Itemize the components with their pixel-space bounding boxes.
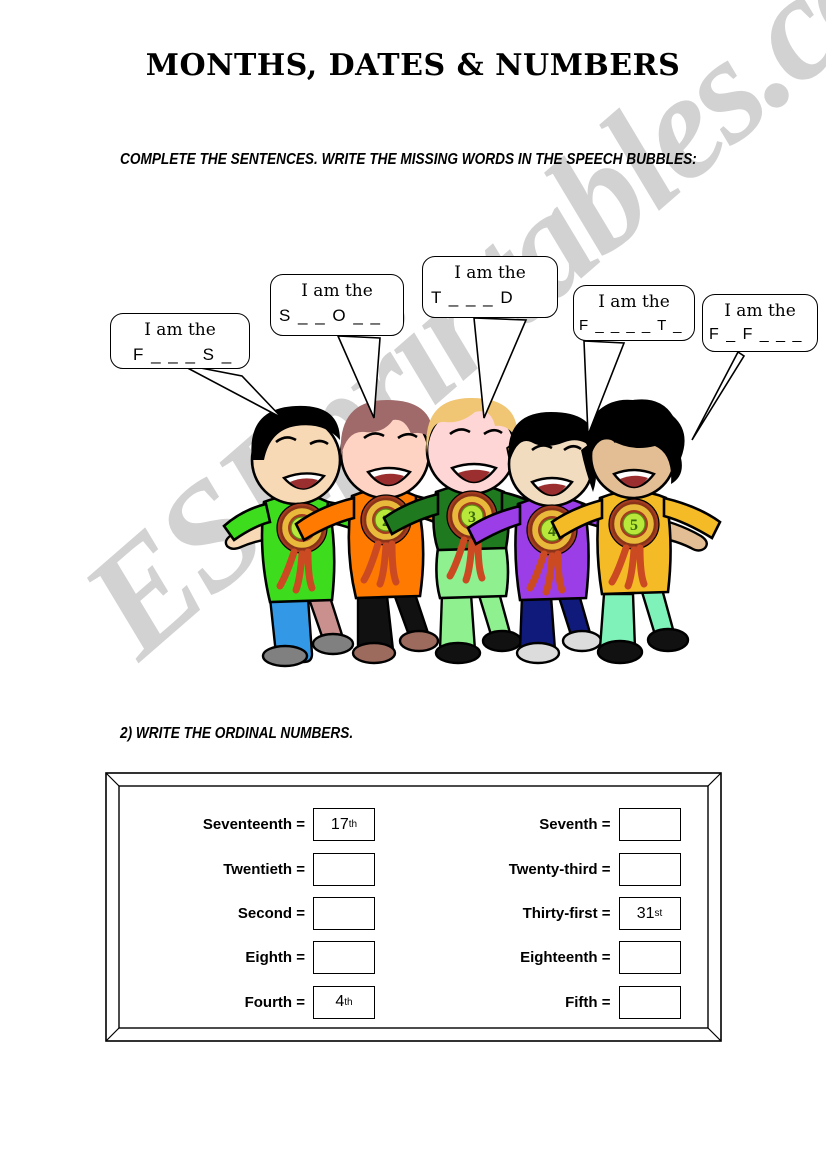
ordinal-answer-box[interactable] xyxy=(618,852,681,886)
ordinal-label: Eighth = xyxy=(245,949,305,967)
speech-bubble-fifth-blank: F _ F _ _ _ xyxy=(709,326,803,343)
speech-bubble-third[interactable]: I am the T _ _ _ D xyxy=(422,256,558,318)
exercise-1-instruction: COMPLETE THE SENTENCES. WRITE THE MISSIN… xyxy=(120,151,697,168)
ordinal-answer-value: 4 xyxy=(335,993,345,1011)
ordinal-label: Second = xyxy=(237,905,305,923)
ordinal-answer-box[interactable]: 31st xyxy=(618,897,681,931)
ordinal-answer-box[interactable]: 4th xyxy=(313,985,375,1019)
speech-bubble-third-line1: I am the xyxy=(454,263,526,283)
ordinal-label: Eighteenth = xyxy=(520,949,611,967)
speech-bubble-first-tail xyxy=(179,363,283,419)
ordinal-row: Second = xyxy=(155,895,403,932)
speech-bubble-fifth-line1: I am the xyxy=(724,301,796,321)
ordinal-row: Fifth = xyxy=(461,984,709,1021)
speech-bubble-fourth-blank: F _ _ _ _ T _ xyxy=(579,317,683,334)
ordinal-label: Twenty-third = xyxy=(508,860,611,878)
speech-bubble-fourth[interactable]: I am the F _ _ _ _ T _ xyxy=(573,285,695,341)
ordinal-answer-value: 31 xyxy=(636,904,655,922)
ordinal-answer-suffix: th xyxy=(348,819,358,831)
ordinal-answer-box[interactable] xyxy=(618,985,681,1019)
ordinal-answer-box[interactable]: 17th xyxy=(313,808,375,842)
ordinal-row: Seventeenth = 17th xyxy=(155,806,403,843)
speech-bubble-third-blank: T _ _ _ D xyxy=(431,288,515,307)
speech-bubble-third-tail xyxy=(473,317,528,419)
speech-bubble-second-blank: S _ _ O _ _ xyxy=(279,306,382,325)
exercise-2-instruction: 2) WRITE THE ORDINAL NUMBERS. xyxy=(120,725,354,742)
ordinal-numbers-frame: Seventeenth = 17th Twentieth = Second = … xyxy=(105,772,722,1042)
ordinal-answer-box[interactable] xyxy=(313,941,375,975)
speech-bubble-fourth-tail xyxy=(583,340,626,436)
ordinal-row: Twentieth = xyxy=(155,850,403,887)
ordinal-row: Fourth = 4th xyxy=(155,984,403,1021)
ordinal-answer-box[interactable] xyxy=(618,808,681,842)
speech-bubble-second-line1: I am the xyxy=(301,281,373,301)
kids-illustration: 1 2 xyxy=(222,398,722,668)
ordinal-answer-box[interactable] xyxy=(618,941,681,975)
ordinal-answer-value: 17 xyxy=(330,815,349,833)
page-title: MONTHS, DATES & NUMBERS xyxy=(145,48,681,83)
speech-bubble-fifth[interactable]: I am the F _ F _ _ _ xyxy=(702,294,818,352)
ordinal-row: Seventh = xyxy=(461,806,709,843)
ordinal-answer-box[interactable] xyxy=(313,897,375,931)
ordinal-label: Seventeenth = xyxy=(202,816,305,834)
speech-bubble-first-line1: I am the xyxy=(144,320,216,340)
ordinal-left-column: Seventeenth = 17th Twentieth = Second = … xyxy=(119,806,403,1028)
kid-5-medal-number: 5 xyxy=(630,517,638,534)
ordinal-answer-box[interactable] xyxy=(313,852,375,886)
ordinal-right-column: Seventh = Twenty-third = Thirty-first = … xyxy=(403,806,709,1028)
ordinal-row: Eighth = xyxy=(155,939,403,976)
speech-bubble-second-tail xyxy=(336,335,381,419)
ordinal-label: Fifth = xyxy=(565,993,611,1011)
ordinal-row: Twenty-third = xyxy=(461,850,709,887)
ordinal-row: Thirty-first = 31st xyxy=(461,895,709,932)
speech-bubble-fourth-line1: I am the xyxy=(598,292,670,312)
ordinal-answer-suffix: st xyxy=(654,908,663,920)
ordinal-label: Seventh = xyxy=(539,816,611,834)
speech-bubble-fifth-tail xyxy=(691,350,746,441)
ordinal-label: Fourth = xyxy=(244,993,305,1011)
speech-bubble-first[interactable]: I am the F _ _ _ S _ xyxy=(110,313,250,369)
ordinal-label: Twentieth = xyxy=(223,860,305,878)
ordinal-row: Eighteenth = xyxy=(461,939,709,976)
ordinal-answer-suffix: th xyxy=(344,996,353,1008)
worksheet-page: ESLprintables.com MONTHS, DATES & NUMBER… xyxy=(0,0,826,1169)
speech-bubble-first-blank: F _ _ _ S _ xyxy=(133,345,233,364)
ordinal-label: Thirty-first = xyxy=(522,905,611,923)
speech-bubble-second[interactable]: I am the S _ _ O _ _ xyxy=(270,274,404,336)
